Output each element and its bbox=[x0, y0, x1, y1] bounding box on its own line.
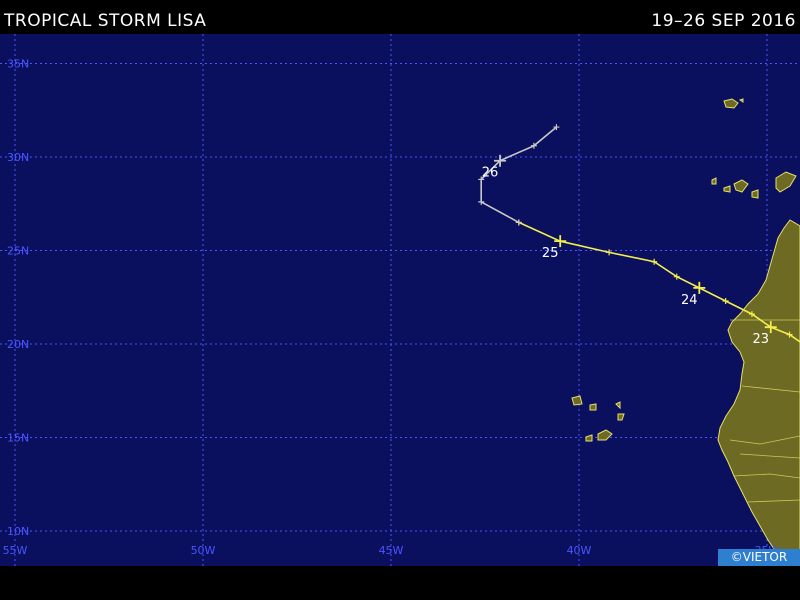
lat-label: 10N bbox=[7, 525, 29, 538]
day-label: 25 bbox=[542, 246, 559, 261]
cape-verde-island bbox=[589, 403, 597, 411]
storm-track-map: 35N30N25N20N15N10N55W50W45W40W35W30W25W2… bbox=[0, 34, 800, 566]
day-label: 26 bbox=[482, 166, 499, 181]
cape-verde-island bbox=[571, 395, 583, 406]
lon-label: 55W bbox=[3, 544, 28, 557]
lon-label: 45W bbox=[379, 544, 404, 557]
lat-label: 20N bbox=[7, 338, 29, 351]
canary-island bbox=[751, 189, 759, 199]
lat-label: 30N bbox=[7, 151, 29, 164]
lat-label: 15N bbox=[7, 432, 29, 445]
bottom-bar bbox=[0, 566, 800, 600]
credit-badge: ©VIETOR bbox=[718, 549, 800, 566]
day-label: 24 bbox=[681, 293, 698, 308]
storm-title: TROPICAL STORM LISA bbox=[4, 11, 207, 31]
day-label: 23 bbox=[752, 332, 769, 347]
date-range: 19–26 SEP 2016 bbox=[651, 11, 796, 31]
lon-label: 50W bbox=[191, 544, 216, 557]
ocean bbox=[0, 34, 800, 566]
lat-label: 25N bbox=[7, 245, 29, 258]
lon-label: 40W bbox=[567, 544, 592, 557]
title-bar: TROPICAL STORM LISA 19–26 SEP 2016 bbox=[0, 0, 800, 34]
lat-label: 35N bbox=[7, 58, 29, 71]
